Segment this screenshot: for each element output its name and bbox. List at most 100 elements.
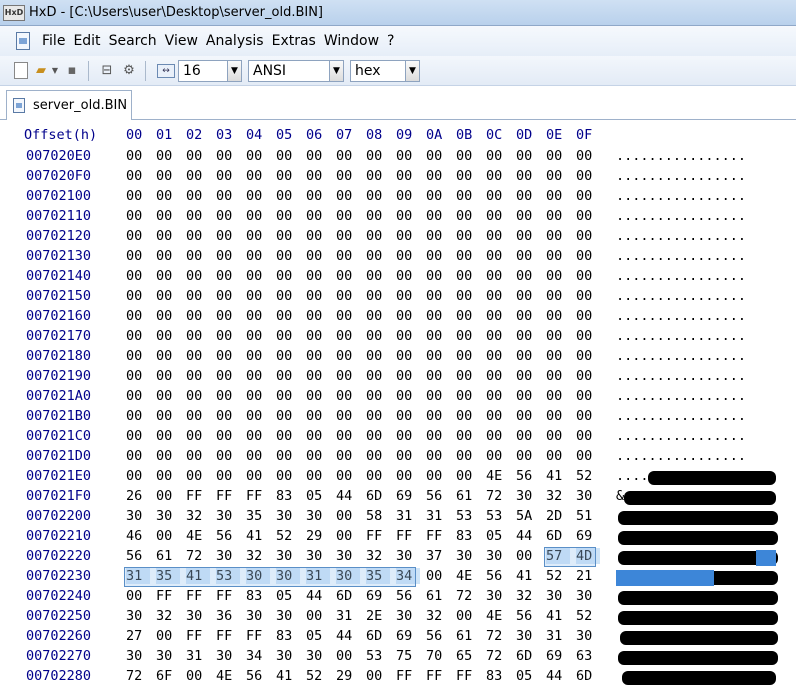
hex-byte[interactable]: 30 [276,648,300,664]
offset-base-select[interactable]: hex ▼ [350,59,420,82]
hex-byte[interactable]: 00 [156,208,180,224]
hex-byte[interactable]: 00 [306,248,330,264]
ascii-text[interactable]: ................ [616,348,746,364]
hex-byte[interactable]: 00 [516,228,540,244]
hex-byte[interactable]: 00 [426,468,450,484]
hex-byte[interactable]: 00 [186,248,210,264]
hex-byte[interactable]: 00 [186,348,210,364]
hex-byte[interactable]: 2E [366,608,390,624]
hex-byte[interactable]: 00 [336,208,360,224]
hex-byte[interactable]: 00 [156,188,180,204]
hex-byte[interactable]: 00 [396,268,420,284]
hex-byte[interactable]: 00 [426,428,450,444]
hex-byte[interactable]: 00 [546,448,570,464]
new-file-icon[interactable] [14,62,28,79]
hex-byte[interactable]: 00 [486,308,510,324]
hex-byte[interactable]: 00 [516,248,540,264]
hex-byte[interactable]: 00 [456,148,480,164]
hex-byte[interactable]: 00 [126,408,150,424]
hex-byte[interactable]: 00 [156,268,180,284]
hex-byte[interactable]: 00 [156,228,180,244]
hex-byte[interactable]: 00 [216,428,240,444]
hex-byte[interactable]: 44 [336,488,360,504]
hex-byte[interactable]: 00 [576,188,600,204]
ascii-text[interactable]: ................ [616,308,746,324]
menu-view[interactable]: View [161,33,202,49]
hex-byte[interactable]: 52 [576,608,600,624]
hex-byte[interactable]: 00 [426,348,450,364]
ascii-text[interactable]: ................ [616,448,746,464]
hex-byte[interactable]: 31 [336,608,360,624]
hex-byte[interactable]: 69 [546,648,570,664]
hex-byte[interactable]: 00 [336,408,360,424]
menu-help[interactable]: ? [383,33,398,49]
hex-byte[interactable]: 4E [486,468,510,484]
hex-byte[interactable]: 00 [306,208,330,224]
hex-byte[interactable]: 00 [186,328,210,344]
hex-byte[interactable]: 00 [516,148,540,164]
hex-byte[interactable]: 00 [216,188,240,204]
hex-byte[interactable]: 00 [276,188,300,204]
hex-byte[interactable]: 00 [126,368,150,384]
hex-byte[interactable]: 00 [186,168,210,184]
hex-byte[interactable]: 00 [246,368,270,384]
hex-byte[interactable]: 00 [486,328,510,344]
hex-byte[interactable]: 6D [546,528,570,544]
hex-byte[interactable]: 00 [186,388,210,404]
open-folder-icon[interactable]: ▰ [32,62,50,80]
hex-byte[interactable]: 72 [486,648,510,664]
hex-byte[interactable]: 00 [456,168,480,184]
ascii-text[interactable]: ................ [616,268,746,284]
hex-byte[interactable]: 00 [486,448,510,464]
hex-byte[interactable]: 00 [276,468,300,484]
hex-byte[interactable]: 00 [126,268,150,284]
hex-byte[interactable]: 00 [426,188,450,204]
hex-byte[interactable]: 00 [546,268,570,284]
hex-byte[interactable]: 00 [396,248,420,264]
hex-byte[interactable]: 00 [126,468,150,484]
hex-byte[interactable]: 6D [366,488,390,504]
hex-byte[interactable]: 00 [276,428,300,444]
hex-byte[interactable]: 30 [306,548,330,564]
ascii-text[interactable]: ................ [616,208,746,224]
hex-byte[interactable]: 00 [156,628,180,644]
hex-byte[interactable]: 00 [276,228,300,244]
hex-byte[interactable]: 31 [186,648,210,664]
hex-byte[interactable]: 00 [546,248,570,264]
hex-byte[interactable]: 00 [246,188,270,204]
hex-byte[interactable]: 00 [426,568,450,584]
hex-row[interactable]: 00702120 00 00 00 00 00 00 00 00 00 00 00 00 00 00 00 00… [0,228,796,248]
hex-byte[interactable]: 32 [366,548,390,564]
hex-byte[interactable]: 00 [576,288,600,304]
menu-search[interactable]: Search [105,33,161,49]
hex-byte[interactable]: 00 [306,608,330,624]
hex-byte[interactable]: 00 [246,388,270,404]
hex-byte[interactable]: 00 [336,308,360,324]
hex-byte[interactable]: 58 [366,508,390,524]
hex-byte[interactable]: 00 [276,308,300,324]
hex-byte[interactable]: 65 [456,648,480,664]
hex-byte[interactable]: 00 [516,208,540,224]
hex-byte[interactable]: 00 [156,168,180,184]
hex-byte[interactable]: 00 [576,428,600,444]
hex-byte[interactable]: 00 [396,368,420,384]
hex-byte[interactable]: 00 [306,148,330,164]
hex-row[interactable]: 00702140 00 00 00 00 00 00 00 00 00 00 00 00 00 00 00 00… [0,268,796,288]
hex-byte[interactable]: 00 [246,248,270,264]
hex-byte[interactable]: 32 [516,588,540,604]
hex-byte[interactable]: 00 [276,368,300,384]
hex-byte[interactable]: 00 [156,308,180,324]
hex-byte[interactable]: 00 [576,228,600,244]
hex-byte[interactable]: 26 [126,488,150,504]
hex-byte[interactable]: 00 [336,168,360,184]
hex-byte[interactable]: 00 [216,288,240,304]
hex-byte[interactable]: 00 [246,428,270,444]
hex-byte[interactable]: 00 [366,288,390,304]
hex-byte[interactable]: 00 [306,288,330,304]
hex-row[interactable]: 007020E0 00 00 00 00 00 00 00 00 00 00 00 00 00 00 00 00… [0,148,796,168]
hex-byte[interactable]: 00 [216,448,240,464]
hex-byte[interactable]: 72 [186,548,210,564]
hex-byte[interactable]: 83 [456,528,480,544]
save-icon[interactable]: ▪ [63,62,81,80]
open-dropdown-arrow-icon[interactable]: ▼ [51,62,59,80]
